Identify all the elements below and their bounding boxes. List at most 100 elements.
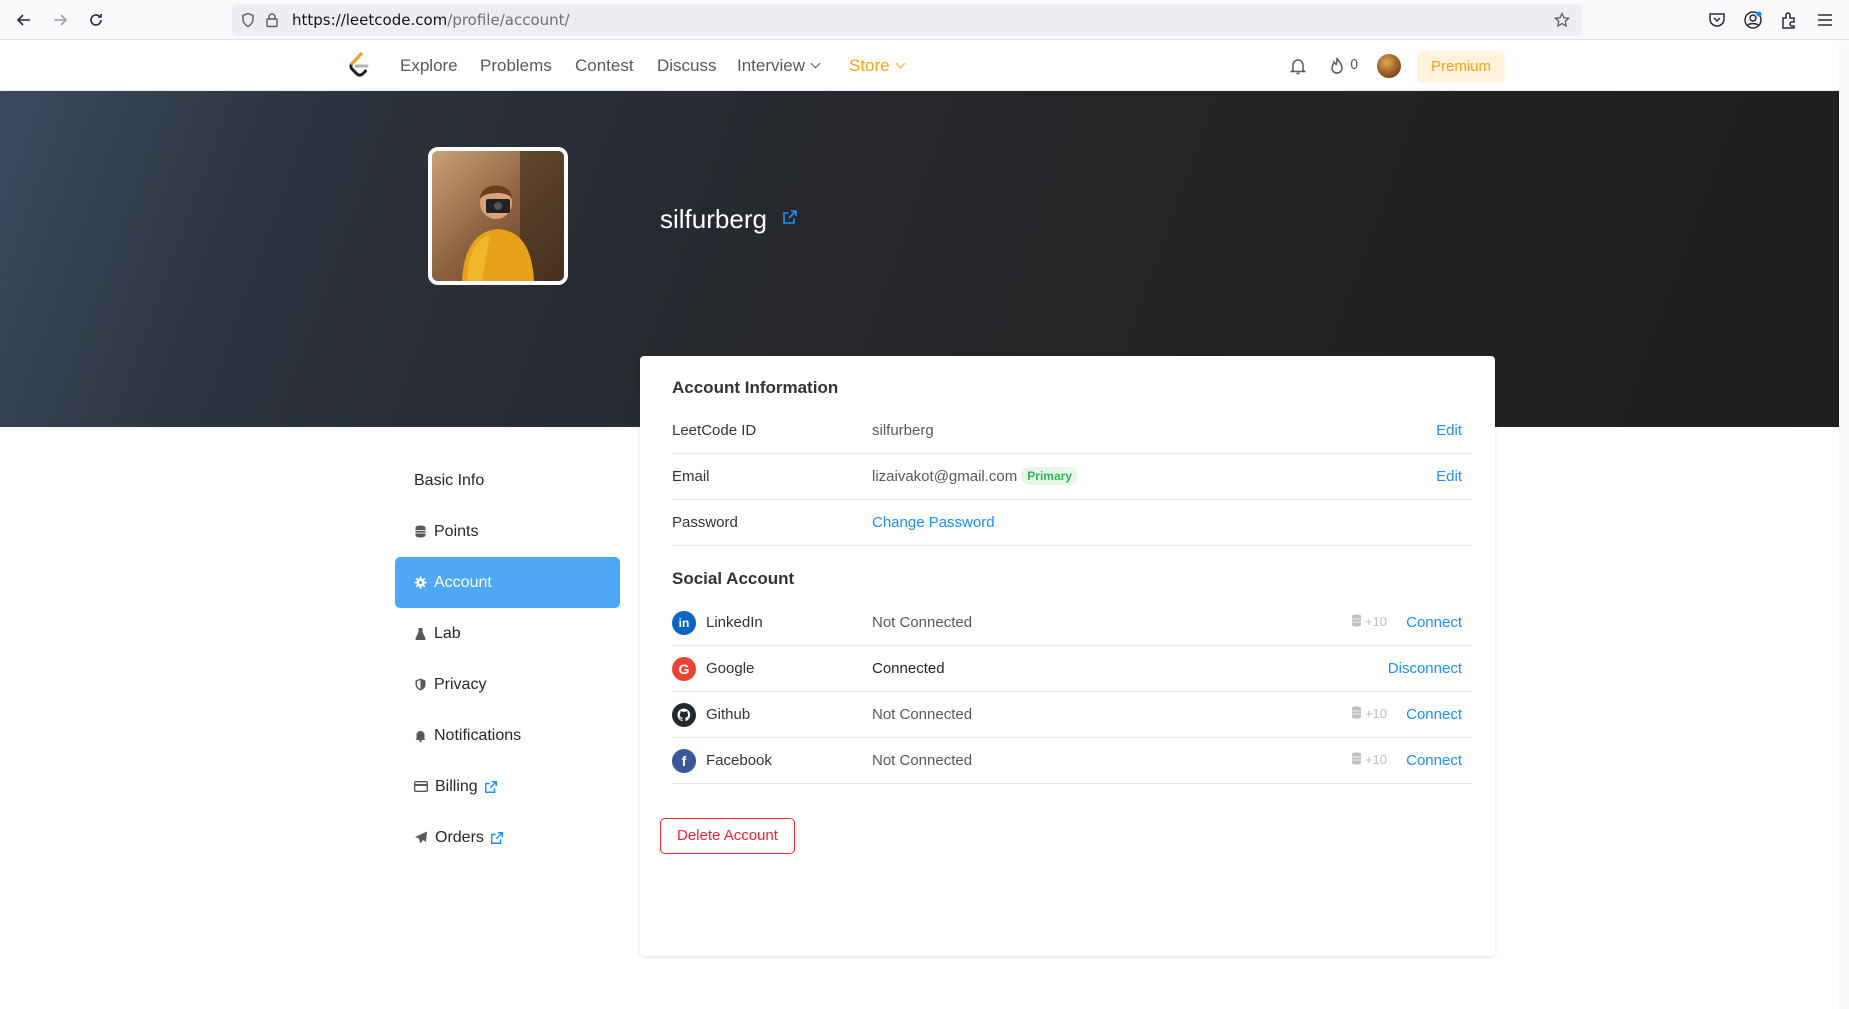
bonus-text: +10	[1364, 706, 1387, 721]
chevron-down-icon	[810, 58, 821, 69]
social-status: Not Connected	[872, 706, 973, 723]
linkedin-icon: in	[672, 611, 696, 635]
extensions-icon[interactable]	[1779, 10, 1799, 30]
social-row-github: Github Not Connected +10 Connect	[672, 692, 1472, 738]
points-bonus: +10	[1351, 706, 1387, 721]
sidebar-item-label: Billing	[435, 777, 478, 795]
paper-plane-icon	[415, 831, 427, 844]
leetcode-logo[interactable]	[346, 51, 372, 79]
sidebar-item-label: Basic Info	[414, 471, 485, 489]
nav-discuss[interactable]: Discuss	[657, 56, 717, 76]
streak-count: 0	[1350, 58, 1359, 73]
coins-icon	[1351, 614, 1361, 627]
connect-github-button[interactable]: Connect	[1406, 706, 1462, 723]
row-label: Password	[672, 514, 738, 531]
sidebar-item-orders[interactable]: Orders	[395, 812, 620, 863]
edit-leetcode-id-button[interactable]: Edit	[1436, 422, 1462, 439]
connect-linkedin-button[interactable]: Connect	[1406, 614, 1462, 631]
coins-icon	[415, 525, 426, 538]
social-status: Connected	[872, 660, 945, 677]
profile-avatar[interactable]	[428, 147, 568, 285]
browser-toolbar: https://leetcode.com/profile/account/	[0, 0, 1849, 40]
url-host: https://leetcode.com	[292, 11, 448, 29]
pocket-icon[interactable]	[1707, 10, 1727, 30]
avatar[interactable]	[1377, 54, 1401, 78]
social-label: LinkedIn	[706, 614, 763, 631]
google-icon: G	[672, 657, 696, 681]
url-path: /profile/account/	[447, 11, 570, 29]
page-scrollbar[interactable]	[1839, 41, 1849, 1009]
bell-icon	[415, 731, 426, 742]
disconnect-google-button[interactable]: Disconnect	[1388, 660, 1462, 677]
nav-store-label: Store	[849, 56, 890, 75]
social-status: Not Connected	[872, 614, 973, 631]
primary-badge: Primary	[1021, 467, 1078, 485]
email-text: lizaivakot@gmail.com	[872, 468, 1018, 485]
points-bonus: +10	[1351, 752, 1387, 767]
sidebar-item-label: Account	[434, 573, 492, 591]
nav-interview-label: Interview	[737, 56, 806, 75]
social-row-facebook: f Facebook Not Connected +10 Connect	[672, 738, 1472, 784]
sidebar-item-billing[interactable]: Billing	[395, 761, 620, 812]
connect-facebook-button[interactable]: Connect	[1406, 752, 1462, 769]
flask-icon	[415, 628, 426, 640]
sidebar-item-lab[interactable]: Lab	[395, 608, 620, 659]
sidebar-item-basic-info[interactable]: Basic Info	[395, 455, 620, 506]
external-link-icon	[490, 831, 503, 844]
leetcode-id-row: LeetCode ID silfurberg Edit	[672, 408, 1472, 454]
shield-icon[interactable]	[240, 12, 256, 28]
sidebar-item-privacy[interactable]: Privacy	[395, 659, 620, 710]
external-link-icon[interactable]	[782, 209, 798, 225]
github-icon	[672, 703, 696, 727]
sidebar-item-notifications[interactable]: Notifications	[395, 710, 620, 761]
menu-icon[interactable]	[1815, 10, 1835, 30]
forward-icon[interactable]	[48, 8, 72, 32]
sidebar-item-label: Notifications	[434, 726, 522, 744]
account-icon[interactable]	[1743, 10, 1763, 30]
nav-contest[interactable]: Contest	[575, 56, 634, 76]
bonus-text: +10	[1364, 614, 1387, 629]
sidebar-item-label: Lab	[434, 624, 461, 642]
external-link-icon	[484, 780, 497, 793]
sidebar-item-label: Points	[434, 522, 479, 540]
coins-icon	[1351, 706, 1361, 719]
social-label: Google	[706, 660, 755, 677]
password-row: Password Change Password	[672, 500, 1472, 546]
social-row-google: G Google Connected Disconnect	[672, 646, 1472, 692]
nav-store[interactable]: Store	[849, 56, 906, 76]
leetcode-id-value: silfurberg	[872, 422, 934, 439]
lock-icon[interactable]	[264, 12, 280, 28]
site-header: Explore Problems Contest Discuss Intervi…	[0, 41, 1849, 91]
premium-button[interactable]: Premium	[1417, 51, 1506, 83]
sidebar-item-points[interactable]: Points	[395, 506, 620, 557]
url-text[interactable]: https://leetcode.com/profile/account/	[292, 11, 570, 29]
account-information-title: Account Information	[672, 378, 839, 397]
reload-icon[interactable]	[84, 8, 108, 32]
bookmark-star-icon[interactable]	[1554, 12, 1570, 28]
account-settings-card: Account Information LeetCode ID silfurbe…	[640, 356, 1495, 956]
social-label: Github	[706, 706, 751, 723]
bonus-text: +10	[1364, 752, 1387, 767]
coins-icon	[1351, 752, 1361, 765]
back-icon[interactable]	[12, 8, 36, 32]
email-row: Email lizaivakot@gmail.com Primary Edit	[672, 454, 1472, 500]
sidebar-item-label: Privacy	[434, 675, 487, 693]
points-bonus: +10	[1351, 614, 1387, 629]
chevron-down-icon	[895, 58, 906, 69]
username-text: silfurberg	[660, 204, 767, 234]
social-row-linkedin: in LinkedIn Not Connected +10 Connect	[672, 600, 1472, 646]
nav-interview[interactable]: Interview	[737, 56, 821, 76]
nav-problems[interactable]: Problems	[480, 56, 552, 76]
address-bar[interactable]: https://leetcode.com/profile/account/	[232, 4, 1582, 36]
streak-fire-icon[interactable]	[1327, 56, 1347, 76]
change-password-link[interactable]: Change Password	[872, 514, 995, 531]
delete-account-button[interactable]: Delete Account	[660, 818, 795, 854]
shield-icon	[415, 678, 426, 691]
nav-explore[interactable]: Explore	[400, 56, 458, 76]
social-label: Facebook	[706, 752, 772, 769]
sidebar-item-account[interactable]: Account	[395, 557, 620, 608]
edit-email-button[interactable]: Edit	[1436, 468, 1462, 485]
bell-icon[interactable]	[1288, 56, 1308, 76]
profile-username: silfurberg	[660, 204, 798, 235]
sidebar-item-label: Orders	[435, 828, 484, 846]
